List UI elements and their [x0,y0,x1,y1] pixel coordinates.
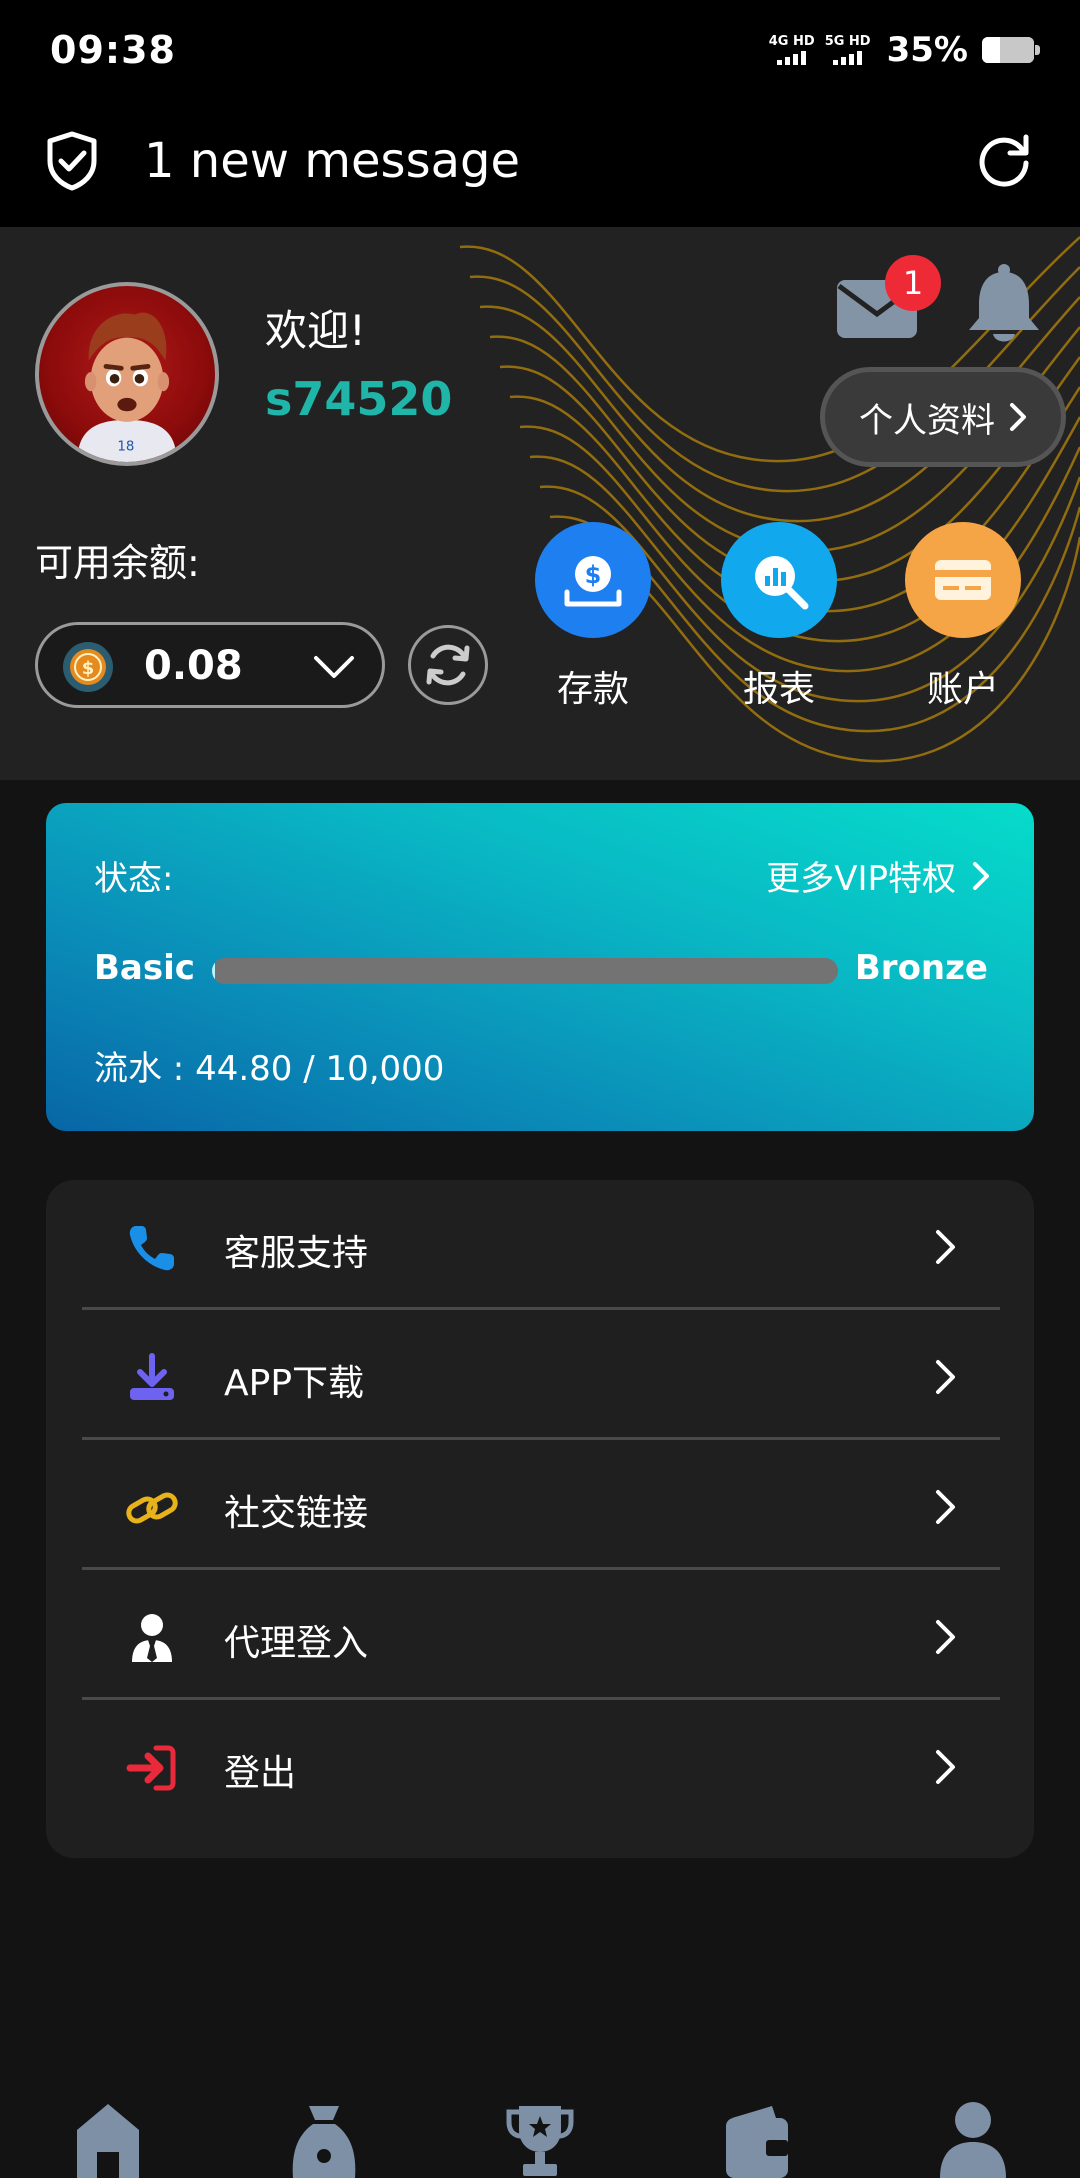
page: 09:38 4G HD 5G HD 35% 1 new message 18 欢… [0,0,1080,2178]
status-bar: 09:38 4G HD 5G HD 35% [0,0,1080,105]
battery-percent: 35% [886,30,968,70]
account-label: 账户 [926,669,999,710]
net2-label: 5G HD [824,34,871,49]
wallet-icon[interactable] [722,2100,792,2178]
phone-icon [129,1226,174,1271]
balance-value: 0.08 [144,643,243,689]
menu-item-label: APP下载 [224,1363,365,1404]
chevron-right-icon [936,1620,955,1654]
svg-text:$: $ [585,561,602,589]
vip-turnover: 流水 : 44.80 / 10,000 [94,1049,445,1089]
menu-item-social[interactable]: 社交链接 [82,1440,1000,1570]
download-icon [130,1353,174,1400]
deposit-icon: $ [535,522,651,638]
card-icon [905,522,1021,638]
balance-refresh-button[interactable] [408,625,488,705]
welcome-text: 欢迎! [265,306,366,355]
menu-item-label: 代理登入 [224,1623,369,1664]
refresh-icon [426,644,470,686]
signal-5g: 5G HD [825,35,871,65]
chevron-right-icon [1010,403,1026,431]
report-label: 报表 [742,669,815,710]
avatar-character: 18 [77,312,177,462]
signal-bars-icon [833,49,863,65]
svg-text:18: 18 [117,440,134,455]
status-time: 09:38 [50,28,176,72]
menu-item-agent-login[interactable]: 代理登入 [82,1570,1000,1700]
vip-progress-bar [212,958,838,984]
menu-item-logout[interactable]: 登出 [82,1700,1000,1830]
chevron-down-icon [314,656,354,678]
bell-icon[interactable] [965,262,1043,346]
vip-progress-fill [212,958,215,984]
coin-icon: $ [63,642,113,692]
profile-header: 18 欢迎! s74520 1 个人资料 可用余额: $ 0.08 $ 存款 报… [0,227,1080,780]
chevron-right-icon [936,1750,955,1784]
bag-icon[interactable] [289,2100,359,2178]
menu-item-app-download[interactable]: APP下载 [82,1310,1000,1440]
notification-bar[interactable]: 1 new message [0,105,1080,227]
bottom-nav [0,2080,1080,2178]
vip-card: 状态: 更多VIP特权 Basic Bronze 流水 : 44.80 / 10… [46,803,1034,1131]
quick-report[interactable]: 报表 [709,522,849,712]
home-icon[interactable] [73,2100,143,2178]
refresh-icon[interactable] [976,131,1034,189]
battery-icon [982,37,1040,63]
vip-status-label: 状态: [94,859,174,899]
trophy-icon[interactable] [505,2100,575,2178]
report-icon [721,522,837,638]
menu-item-label: 客服支持 [224,1233,369,1274]
status-indicators: 4G HD 5G HD 35% [769,30,1040,70]
chevron-right-icon [936,1230,955,1264]
menu-item-support[interactable]: 客服支持 [82,1180,1000,1310]
balance-label: 可用余额: [35,541,200,585]
signal-4g: 4G HD [769,35,815,65]
vip-more-link[interactable]: 更多VIP特权 [766,851,990,900]
vip-more-label: 更多VIP特权 [766,859,956,899]
agent-icon [132,1614,172,1662]
chevron-right-icon [936,1490,955,1524]
user-icon[interactable] [938,2100,1008,2178]
deposit-label: 存款 [556,669,629,710]
notification-text: 1 new message [144,133,520,189]
mail-badge: 1 [885,255,941,311]
menu-item-label: 社交链接 [224,1493,369,1534]
logout-icon [126,1745,176,1791]
quick-deposit[interactable]: $ 存款 [523,522,663,712]
balance-selector[interactable]: $ 0.08 [35,622,385,708]
chevron-right-icon [973,861,989,890]
shield-check-icon [47,131,97,191]
profile-button-label: 个人资料 [859,400,995,441]
signal-bars-icon [777,49,807,65]
vip-current-level: Basic [94,948,195,988]
menu-list: 客服支持 APP下载 社交链接 代理登入 登出 [46,1180,1034,1858]
quick-account[interactable]: 账户 [893,522,1033,712]
net1-label: 4G HD [768,34,815,49]
svg-text:$: $ [82,658,95,679]
link-icon [126,1492,178,1524]
chevron-right-icon [936,1360,955,1394]
avatar[interactable]: 18 [35,282,219,466]
username: s74520 [265,372,453,426]
profile-button[interactable]: 个人资料 [820,367,1066,467]
vip-next-level: Bronze [854,948,988,988]
menu-item-label: 登出 [224,1753,297,1794]
